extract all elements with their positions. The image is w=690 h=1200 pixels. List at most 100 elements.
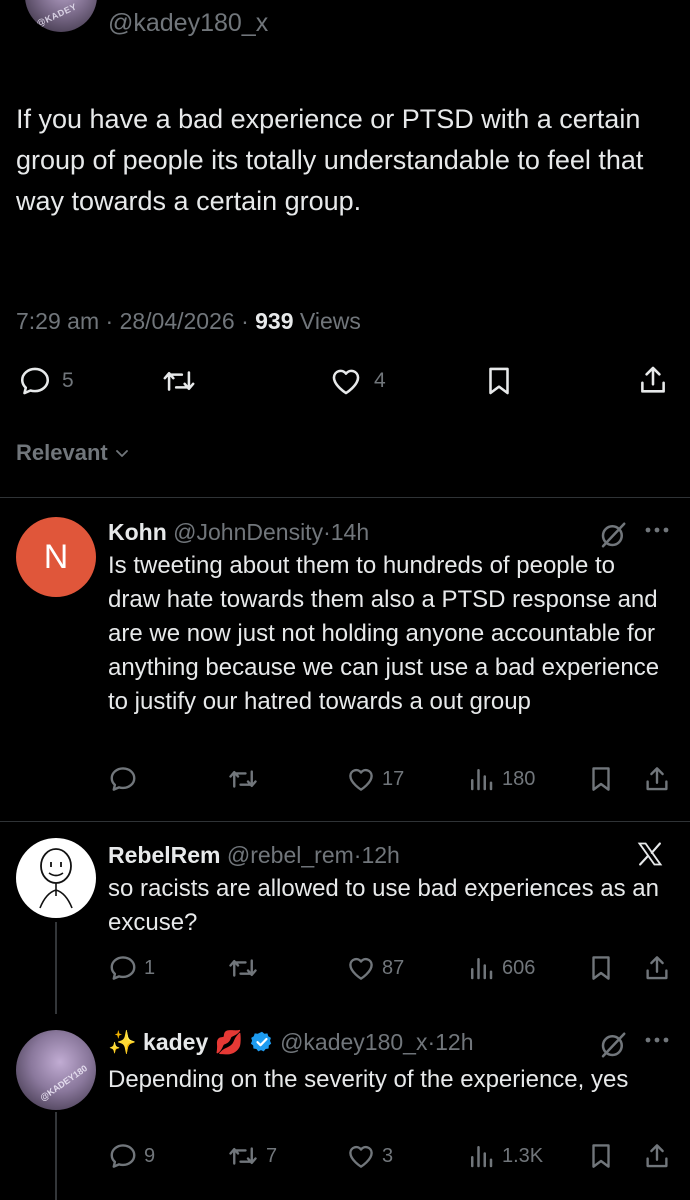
reply-text: Is tweeting about them to hundreds of pe…: [108, 552, 660, 715]
views-button[interactable]: 180: [466, 764, 535, 794]
reply-text: so racists are allowed to use bad experi…: [108, 875, 659, 936]
time-separator: ·: [323, 519, 331, 545]
reply-item[interactable]: RebelRem @rebel_rem·12h so racists are a…: [0, 822, 690, 1000]
share-icon: [642, 1141, 672, 1171]
reply-action-bar: 1 87 606: [0, 953, 690, 989]
meta-separator: ·: [105, 308, 120, 334]
verified-badge-icon[interactable]: [250, 1030, 274, 1054]
reply-count: 9: [144, 1144, 156, 1167]
reply-action-bar: 9 7 3 1.3K: [0, 1141, 690, 1177]
share-button[interactable]: [642, 1141, 672, 1171]
views-button[interactable]: 1.3K: [466, 1141, 543, 1171]
share-button[interactable]: [636, 362, 670, 398]
bookmark-button[interactable]: [586, 953, 616, 983]
reply-button[interactable]: 9: [108, 1141, 155, 1171]
share-button[interactable]: [642, 953, 672, 983]
reply-header: ✨ kadey 💋 @kadey180_x·12h: [108, 1027, 474, 1057]
reply-time[interactable]: 12h: [361, 842, 399, 868]
user-handle[interactable]: @rebel_rem: [227, 842, 354, 868]
reply-icon: [108, 953, 138, 983]
reply-text: Depending on the severity of the experie…: [108, 1066, 629, 1093]
avatar-watermark: @KADEY: [34, 1, 79, 29]
share-icon: [642, 764, 672, 794]
time-separator: ·: [427, 1029, 436, 1055]
lips-icon: 💋: [214, 1029, 244, 1055]
repost-icon: [160, 364, 198, 398]
author-handle[interactable]: @kadey180_x: [108, 8, 268, 38]
sparkles-icon: ✨: [108, 1029, 137, 1055]
like-button[interactable]: 4: [328, 364, 386, 398]
sort-label: Relevant: [16, 440, 108, 465]
reply-time[interactable]: 12h: [435, 1029, 473, 1055]
like-button[interactable]: 17: [346, 764, 404, 794]
avatar[interactable]: [16, 838, 96, 918]
author-avatar[interactable]: @KADEY: [25, 0, 97, 32]
bookmark-icon: [482, 364, 516, 398]
repost-icon: [226, 953, 260, 983]
like-button[interactable]: 87: [346, 953, 404, 983]
bookmark-button[interactable]: [482, 364, 516, 398]
views-button[interactable]: 606: [466, 953, 535, 983]
avatar[interactable]: N: [16, 517, 96, 597]
views-label: Views: [299, 308, 361, 334]
tweet-time[interactable]: 7:29 am: [16, 308, 99, 334]
bookmark-button[interactable]: [586, 764, 616, 794]
bookmark-icon: [586, 953, 616, 983]
repost-count: 7: [266, 1144, 278, 1167]
reply-button[interactable]: [108, 764, 144, 794]
share-icon: [642, 953, 672, 983]
reply-sort-dropdown[interactable]: Relevant: [16, 440, 130, 466]
views-count: 939: [255, 308, 294, 334]
avatar-watermark: @KADEY180: [38, 1063, 90, 1103]
heart-icon: [328, 364, 364, 398]
views-count: 180: [502, 767, 536, 790]
x-logo-icon[interactable]: [636, 840, 664, 873]
analytics-icon: [466, 1141, 496, 1171]
reply-button[interactable]: 5: [18, 364, 74, 398]
user-handle[interactable]: @JohnDensity: [173, 519, 323, 545]
chevron-down-icon: [114, 445, 130, 461]
doodle-face-icon: [39, 848, 73, 909]
reply-count: 1: [144, 956, 156, 979]
avatar-letter: N: [43, 537, 69, 576]
user-handle[interactable]: @kadey180_x: [280, 1029, 427, 1055]
bookmark-icon: [586, 1141, 616, 1171]
display-name[interactable]: kadey: [143, 1029, 208, 1055]
like-count: 87: [382, 956, 405, 979]
views-count: 1.3K: [502, 1144, 544, 1167]
repost-button[interactable]: 7: [226, 1141, 277, 1171]
tweet-date[interactable]: 28/04/2026: [120, 308, 235, 334]
repost-button[interactable]: [160, 364, 198, 398]
reply-item[interactable]: @KADEY180 ✨ kadey 💋 @kadey180_x·12h Depe…: [0, 1015, 690, 1200]
like-count: 4: [374, 369, 386, 392]
heart-icon: [346, 764, 376, 794]
more-options-icon[interactable]: [642, 520, 672, 545]
repost-button[interactable]: [226, 953, 266, 983]
like-count: 17: [382, 767, 405, 790]
reply-item[interactable]: N Kohn @JohnDensity·14h Is tweeting abou…: [0, 498, 690, 820]
meta-separator: ·: [241, 308, 256, 334]
display-name[interactable]: RebelRem: [108, 842, 220, 868]
analytics-icon: [466, 953, 496, 983]
like-count: 3: [382, 1144, 394, 1167]
avatar[interactable]: @KADEY180: [16, 1030, 96, 1110]
display-name[interactable]: Kohn: [108, 519, 167, 545]
repost-button[interactable]: [226, 764, 266, 794]
grok-icon[interactable]: [598, 1030, 628, 1065]
heart-icon: [346, 953, 376, 983]
reply-header: Kohn @JohnDensity·14h: [108, 517, 369, 547]
like-button[interactable]: 3: [346, 1141, 393, 1171]
reply-button[interactable]: 1: [108, 953, 155, 983]
bookmark-icon: [586, 764, 616, 794]
more-options-icon[interactable]: [642, 1030, 672, 1055]
share-icon: [636, 362, 670, 398]
share-button[interactable]: [642, 764, 672, 794]
tweet-text: If you have a bad experience or PTSD wit…: [16, 104, 644, 216]
analytics-icon: [466, 764, 496, 794]
reply-icon: [108, 1141, 138, 1171]
reply-time[interactable]: 14h: [331, 519, 369, 545]
reply-icon: [18, 364, 52, 398]
bookmark-button[interactable]: [586, 1141, 616, 1171]
reply-header: RebelRem @rebel_rem·12h: [108, 840, 400, 870]
tweet-meta: 7:29 am · 28/04/2026 · 939 Views: [16, 306, 361, 336]
